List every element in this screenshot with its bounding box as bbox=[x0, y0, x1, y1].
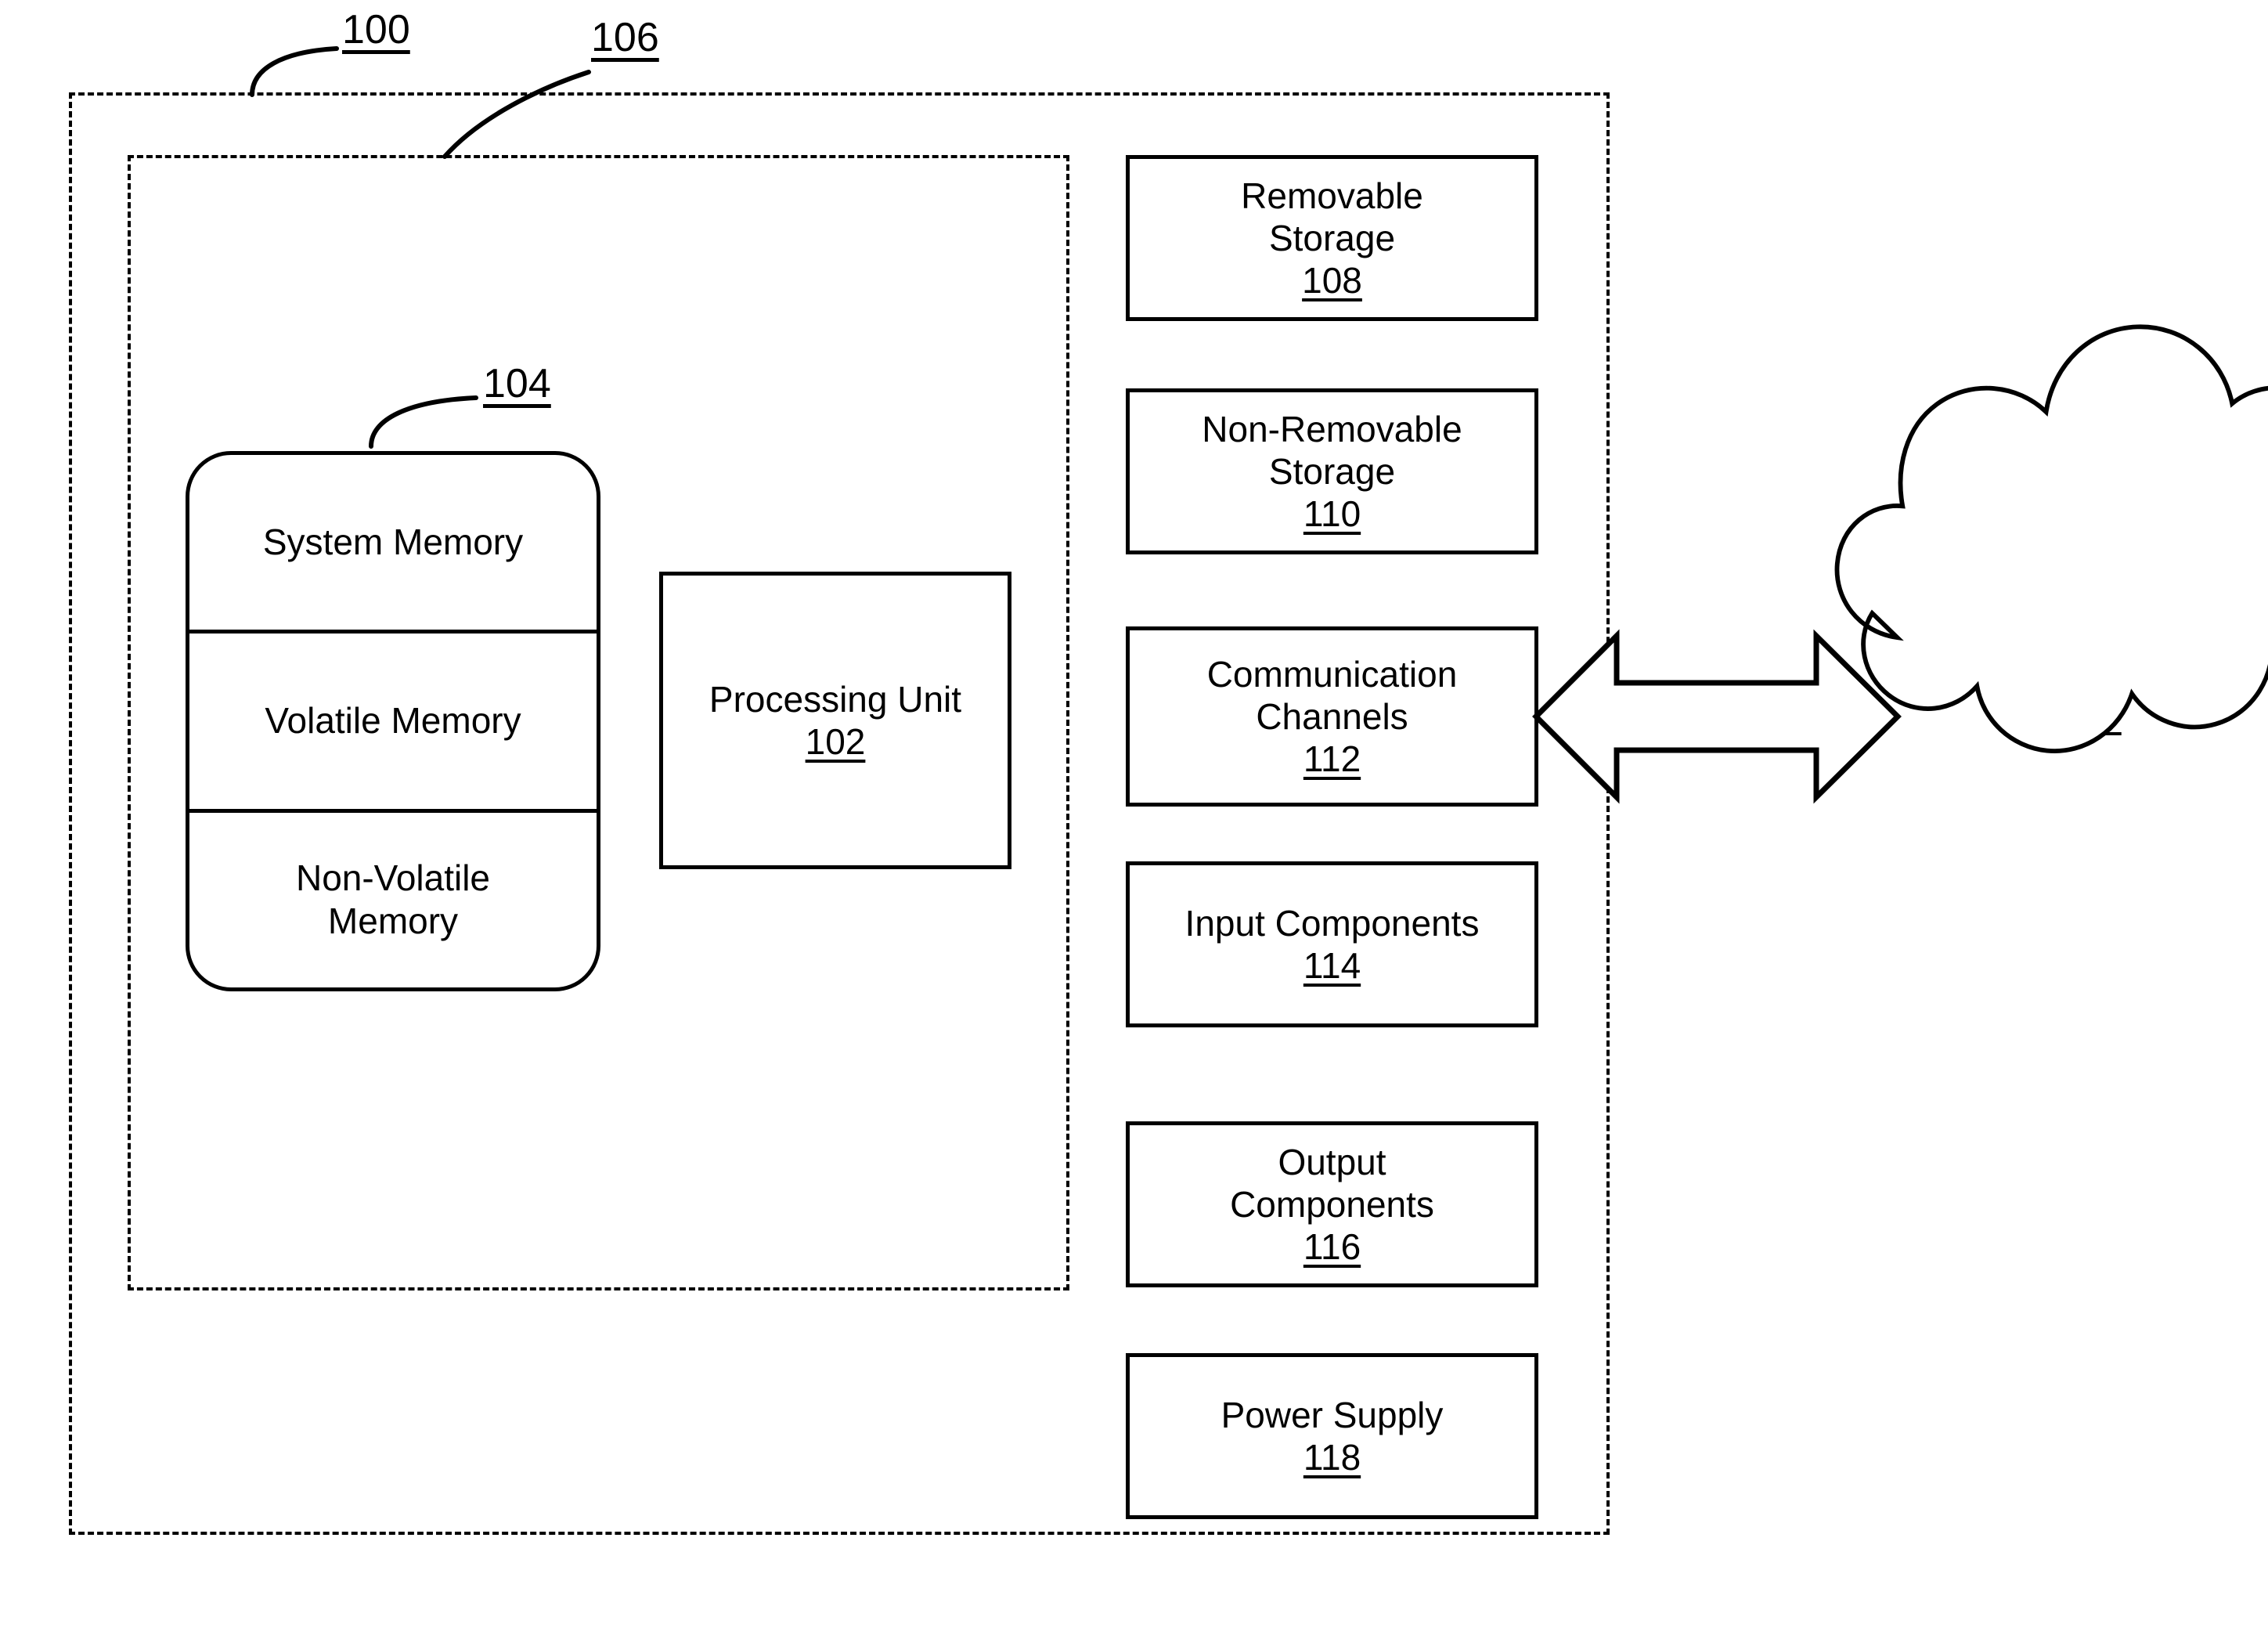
output-components-ref: 116 bbox=[1303, 1226, 1361, 1268]
figure-canvas: System Memory Volatile Memory Non-Volati… bbox=[0, 0, 2268, 1646]
input-components-label: Input Components bbox=[1184, 902, 1480, 944]
reference-callout-104: 104 bbox=[483, 361, 551, 406]
removable-storage-ref: 108 bbox=[1302, 260, 1362, 301]
input-components-ref: 114 bbox=[1303, 945, 1361, 986]
system-memory-stack: System Memory Volatile Memory Non-Volati… bbox=[186, 451, 600, 991]
communication-channels-label: Communication Channels bbox=[1206, 653, 1458, 737]
removable-storage-box: Removable Storage 108 bbox=[1126, 155, 1538, 321]
power-supply-ref: 118 bbox=[1303, 1437, 1361, 1478]
reference-callout-100: 100 bbox=[342, 7, 410, 52]
input-components-box: Input Components 114 bbox=[1126, 861, 1538, 1027]
power-supply-label: Power Supply bbox=[1221, 1394, 1444, 1435]
memory-cell-system: System Memory bbox=[262, 522, 524, 563]
network-cloud-label-group: Network 120 bbox=[1932, 642, 2245, 738]
power-supply-box: Power Supply 118 bbox=[1126, 1353, 1538, 1519]
memory-cell-non-volatile: Non-Volatile Memory bbox=[189, 808, 597, 987]
removable-storage-label: Removable Storage bbox=[1241, 175, 1423, 258]
network-label: Network bbox=[2017, 644, 2161, 688]
communication-channels-ref: 112 bbox=[1303, 738, 1361, 780]
non-removable-storage-label: Non-Removable Storage bbox=[1202, 408, 1462, 492]
output-components-label: Output Components bbox=[1230, 1141, 1434, 1225]
output-components-box: Output Components 116 bbox=[1126, 1121, 1538, 1287]
communication-channels-box: Communication Channels 112 bbox=[1126, 626, 1538, 807]
reference-callout-106: 106 bbox=[591, 15, 659, 60]
processing-unit-label: Processing Unit bbox=[709, 678, 962, 720]
processing-unit-box: Processing Unit 102 bbox=[659, 572, 1011, 869]
leader-line-100 bbox=[250, 46, 339, 97]
non-removable-storage-ref: 110 bbox=[1303, 493, 1361, 535]
non-removable-storage-box: Non-Removable Storage 110 bbox=[1126, 388, 1538, 554]
processing-unit-ref: 102 bbox=[805, 721, 866, 762]
network-ref: 120 bbox=[2056, 691, 2122, 735]
memory-cell-volatile: Volatile Memory bbox=[189, 630, 597, 808]
